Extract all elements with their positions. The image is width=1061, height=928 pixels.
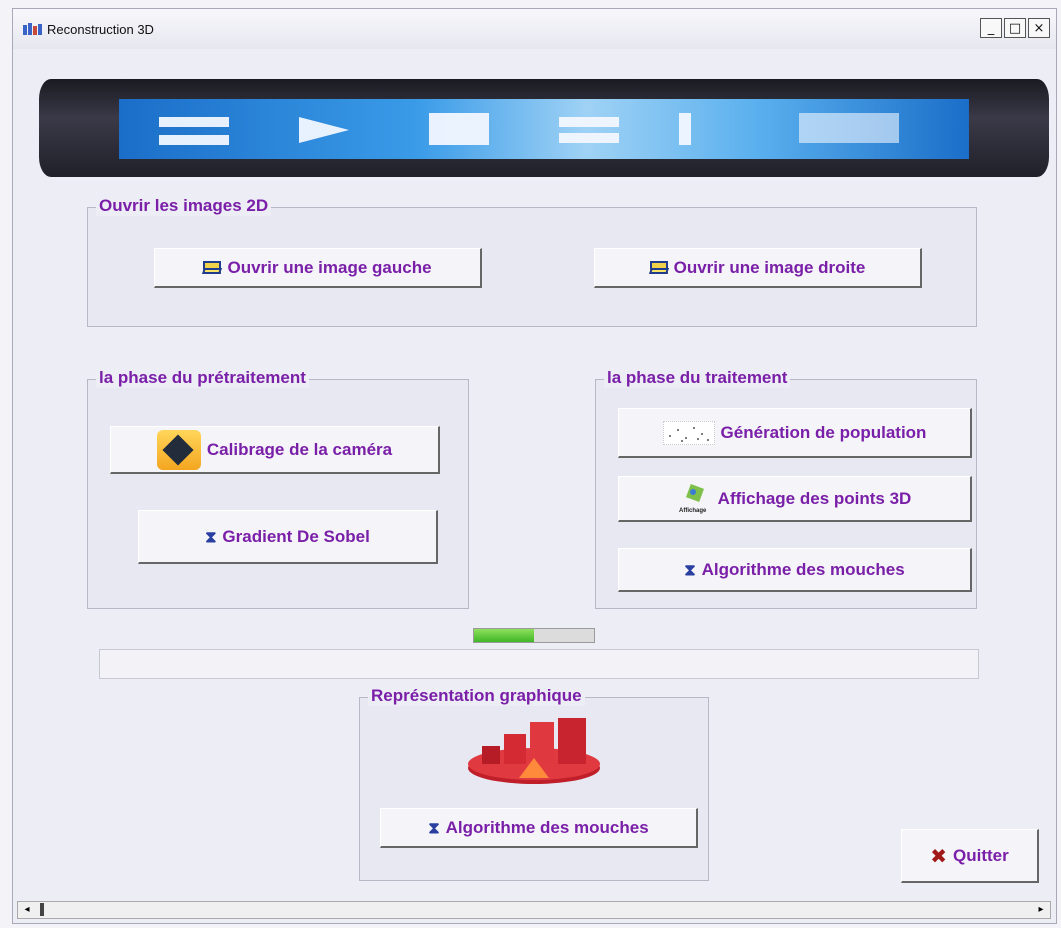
generate-population-button[interactable]: Génération de population — [618, 408, 972, 458]
open-left-image-label: Ouvrir une image gauche — [227, 257, 432, 277]
status-field — [99, 649, 979, 679]
calibrate-camera-button[interactable]: Calibrage de la caméra — [110, 426, 440, 474]
process-legend: la phase du traitement — [604, 368, 791, 388]
quit-label: Quitter — [953, 845, 1009, 865]
title-bar[interactable]: Reconstruction 3D _ □ × — [13, 9, 1056, 49]
3d-chart-icon — [468, 718, 600, 784]
display-3d-points-label: Affichage des points 3D — [717, 488, 912, 508]
open-left-image-button[interactable]: Ouvrir une image gauche — [154, 248, 482, 288]
minimize-button[interactable]: _ — [980, 18, 1002, 38]
horizontal-scrollbar[interactable]: ◂ ▸ — [17, 901, 1051, 919]
scroll-thumb[interactable] — [40, 903, 44, 916]
app-icon — [23, 23, 42, 35]
flies-algorithm-button[interactable]: ⧗ Algorithme des mouches — [618, 548, 972, 592]
main-window: Reconstruction 3D _ □ × Ouvrir les image… — [12, 8, 1057, 924]
hourglass-icon: ⧗ — [684, 559, 696, 579]
open-right-image-button[interactable]: Ouvrir une image droite — [594, 248, 922, 288]
hourglass-icon: ⧗ — [205, 526, 217, 546]
quit-button[interactable]: ✖ Quitter — [901, 829, 1039, 883]
hourglass-icon: ⧗ — [428, 817, 440, 837]
window-title: Reconstruction 3D — [47, 22, 154, 37]
sobel-gradient-label: Gradient De Sobel — [222, 526, 370, 546]
window-controls: _ □ × — [980, 18, 1050, 38]
progress-fill — [474, 629, 534, 642]
population-dots-icon — [662, 420, 715, 445]
preprocess-group: la phase du prétraitement Calibrage de l… — [87, 368, 469, 609]
graph-flies-algorithm-button[interactable]: ⧗ Algorithme des mouches — [380, 808, 698, 848]
open-right-image-label: Ouvrir une image droite — [673, 257, 866, 277]
process-group: la phase du traitement Génération de pop… — [595, 368, 977, 609]
display-points-icon: Affichage — [678, 483, 712, 514]
banner-2d-3d — [39, 79, 1049, 177]
folder-icon — [203, 261, 222, 274]
display-3d-points-button[interactable]: Affichage Affichage des points 3D — [618, 476, 972, 522]
camera-calibration-icon — [156, 429, 201, 470]
graph-legend: Représentation graphique — [368, 686, 585, 706]
scroll-right-arrow-icon[interactable]: ▸ — [1032, 902, 1050, 918]
open-images-group: Ouvrir les images 2D Ouvrir une image ga… — [87, 196, 977, 327]
progress-bar — [473, 628, 595, 643]
sobel-gradient-button[interactable]: ⧗ Gradient De Sobel — [138, 510, 438, 564]
x-icon: ✖ — [930, 843, 948, 868]
graph-flies-algorithm-label: Algorithme des mouches — [445, 817, 649, 837]
open-images-legend: Ouvrir les images 2D — [96, 196, 272, 216]
graph-group: Représentation graphique ⧗ Algorithme de… — [359, 686, 709, 881]
preprocess-legend: la phase du prétraitement — [96, 368, 309, 388]
generate-population-label: Génération de population — [720, 422, 927, 442]
flies-algorithm-label: Algorithme des mouches — [701, 559, 905, 579]
close-button[interactable]: × — [1028, 18, 1050, 38]
folder-icon — [649, 261, 668, 274]
banner-graphic — [119, 99, 969, 159]
maximize-button[interactable]: □ — [1004, 18, 1026, 38]
display-icon-caption: Affichage — [679, 508, 707, 514]
calibrate-camera-label: Calibrage de la caméra — [206, 439, 393, 459]
scroll-left-arrow-icon[interactable]: ◂ — [18, 902, 36, 918]
